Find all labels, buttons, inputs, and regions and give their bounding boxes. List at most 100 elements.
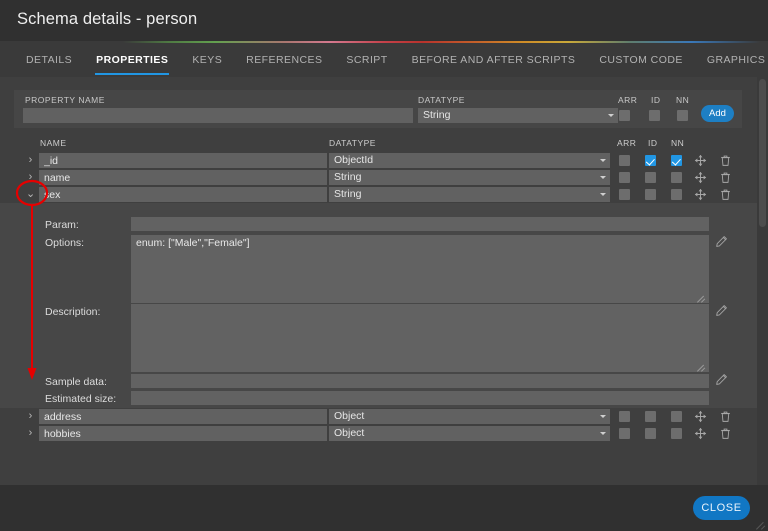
property-arr-checkbox[interactable] bbox=[619, 172, 630, 183]
description-label: Description: bbox=[45, 306, 100, 318]
property-arr-checkbox[interactable] bbox=[619, 411, 630, 422]
property-nn-checkbox[interactable] bbox=[671, 172, 682, 183]
new-property-nn-checkbox[interactable] bbox=[677, 110, 688, 121]
new-property-arr-checkbox[interactable] bbox=[619, 110, 630, 121]
chevron-right-icon[interactable]: › bbox=[26, 155, 35, 166]
delete-icon[interactable] bbox=[719, 171, 732, 184]
options-textarea[interactable] bbox=[131, 235, 709, 303]
table-row: › String bbox=[0, 169, 768, 186]
new-property-arr-header: ARR bbox=[618, 95, 637, 105]
column-header-id: ID bbox=[648, 138, 658, 148]
properties-panel: PROPERTY NAME DATATYPE ARR ID NN String … bbox=[0, 77, 768, 485]
dialog-titlebar: Schema details - person bbox=[0, 0, 768, 41]
close-button[interactable]: CLOSE bbox=[693, 496, 750, 520]
property-nn-checkbox[interactable] bbox=[671, 189, 682, 200]
delete-icon[interactable] bbox=[719, 427, 732, 440]
property-id-checkbox[interactable] bbox=[645, 428, 656, 439]
tab-list: DETAILSPROPERTIESKEYSREFERENCESSCRIPTBEF… bbox=[14, 43, 768, 77]
property-id-checkbox[interactable] bbox=[645, 189, 656, 200]
param-label: Param: bbox=[45, 219, 79, 231]
tab-details[interactable]: DETAILS bbox=[14, 43, 84, 77]
dialog-footer: CLOSE bbox=[0, 485, 768, 531]
chevron-down-icon bbox=[600, 159, 606, 162]
property-nn-checkbox[interactable] bbox=[671, 155, 682, 166]
new-property-bar: PROPERTY NAME DATATYPE ARR ID NN String … bbox=[14, 90, 742, 128]
new-property-datatype-value: String bbox=[423, 109, 450, 121]
chevron-right-icon[interactable]: › bbox=[26, 411, 35, 422]
estimated-size-input[interactable] bbox=[131, 391, 709, 405]
tab-references[interactable]: REFERENCES bbox=[234, 43, 334, 77]
property-name-input[interactable] bbox=[39, 409, 327, 424]
property-name-input[interactable] bbox=[39, 187, 327, 202]
description-textarea[interactable] bbox=[131, 304, 709, 372]
property-arr-checkbox[interactable] bbox=[619, 189, 630, 200]
property-name-input[interactable] bbox=[39, 426, 327, 441]
table-row: ⌄ String bbox=[0, 186, 768, 203]
delete-icon[interactable] bbox=[719, 154, 732, 167]
vertical-scrollbar[interactable] bbox=[757, 77, 768, 485]
property-nn-checkbox[interactable] bbox=[671, 411, 682, 422]
sample-data-edit-icon[interactable] bbox=[715, 373, 728, 386]
property-table-header: NAME DATATYPE ARR ID NN bbox=[0, 138, 768, 152]
property-datatype-select[interactable]: String bbox=[329, 170, 610, 185]
description-edit-icon[interactable] bbox=[715, 304, 728, 317]
tab-properties[interactable]: PROPERTIES bbox=[84, 43, 180, 77]
property-nn-checkbox[interactable] bbox=[671, 428, 682, 439]
tab-keys[interactable]: KEYS bbox=[180, 43, 234, 77]
move-icon[interactable] bbox=[694, 171, 707, 184]
property-detail-panel: Param:Options:Description:Sample data:Es… bbox=[0, 203, 768, 408]
column-header-nn: NN bbox=[671, 138, 684, 148]
column-header-arr: ARR bbox=[617, 138, 636, 148]
new-property-id-header: ID bbox=[651, 95, 661, 105]
delete-icon[interactable] bbox=[719, 188, 732, 201]
property-id-checkbox[interactable] bbox=[645, 172, 656, 183]
new-property-datatype-header: DATATYPE bbox=[418, 95, 465, 105]
scrollbar-thumb[interactable] bbox=[759, 79, 766, 227]
chevron-down-icon bbox=[600, 432, 606, 435]
property-datatype-select[interactable]: ObjectId bbox=[329, 153, 610, 168]
property-datatype-value: ObjectId bbox=[334, 154, 373, 166]
table-row: › ObjectId bbox=[0, 152, 768, 169]
move-icon[interactable] bbox=[694, 154, 707, 167]
property-datatype-select[interactable]: String bbox=[329, 187, 610, 202]
options-label: Options: bbox=[45, 237, 84, 249]
property-arr-checkbox[interactable] bbox=[619, 428, 630, 439]
property-name-input[interactable] bbox=[39, 153, 327, 168]
table-row: › Object bbox=[0, 408, 768, 425]
new-property-datatype-select[interactable]: String bbox=[418, 108, 618, 123]
property-datatype-select[interactable]: Object bbox=[329, 409, 610, 424]
property-datatype-value: String bbox=[334, 171, 361, 183]
chevron-down-icon bbox=[608, 114, 614, 117]
column-header-datatype: DATATYPE bbox=[329, 138, 376, 148]
tab-before-and-after-scripts[interactable]: BEFORE AND AFTER SCRIPTS bbox=[400, 43, 588, 77]
property-datatype-select[interactable]: Object bbox=[329, 426, 610, 441]
column-header-name: NAME bbox=[40, 138, 67, 148]
property-id-checkbox[interactable] bbox=[645, 411, 656, 422]
chevron-down-icon[interactable]: ⌄ bbox=[26, 189, 35, 200]
sample-data-input[interactable] bbox=[131, 374, 709, 388]
tab-graphics[interactable]: GRAPHICS bbox=[695, 43, 768, 77]
options-edit-icon[interactable] bbox=[715, 235, 728, 248]
chevron-right-icon[interactable]: › bbox=[26, 172, 35, 183]
property-name-input[interactable] bbox=[39, 170, 327, 185]
table-row: › Object bbox=[0, 425, 768, 442]
add-property-button[interactable]: Add bbox=[701, 105, 734, 122]
param-input[interactable] bbox=[131, 217, 709, 231]
property-datatype-value: String bbox=[334, 188, 361, 200]
property-arr-checkbox[interactable] bbox=[619, 155, 630, 166]
property-id-checkbox[interactable] bbox=[645, 155, 656, 166]
resize-grip-icon[interactable] bbox=[756, 519, 766, 529]
new-property-id-checkbox[interactable] bbox=[649, 110, 660, 121]
new-property-name-header: PROPERTY NAME bbox=[25, 95, 105, 105]
move-icon[interactable] bbox=[694, 188, 707, 201]
chevron-right-icon[interactable]: › bbox=[26, 428, 35, 439]
tab-custom-code[interactable]: CUSTOM CODE bbox=[587, 43, 695, 77]
tab-script[interactable]: SCRIPT bbox=[334, 43, 399, 77]
delete-icon[interactable] bbox=[719, 410, 732, 423]
new-property-name-input[interactable] bbox=[23, 108, 413, 123]
move-icon[interactable] bbox=[694, 410, 707, 423]
property-datatype-value: Object bbox=[334, 410, 364, 422]
chevron-down-icon bbox=[600, 176, 606, 179]
tab-bar: DETAILSPROPERTIESKEYSREFERENCESSCRIPTBEF… bbox=[0, 43, 768, 77]
move-icon[interactable] bbox=[694, 427, 707, 440]
